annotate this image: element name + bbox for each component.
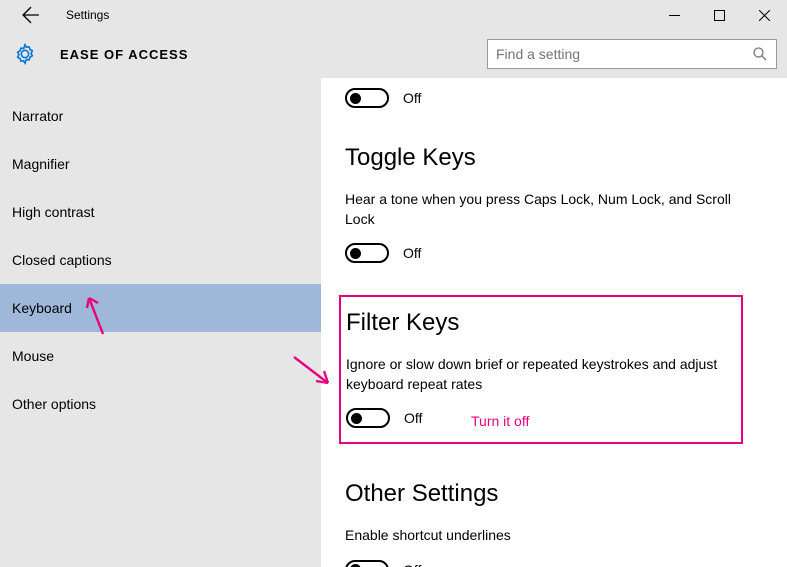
sticky-keys-toggle-row: Off <box>345 88 771 108</box>
page-title: EASE OF ACCESS <box>60 47 188 62</box>
toggle-state-label: Off <box>403 562 421 567</box>
minimize-icon <box>669 10 680 21</box>
maximize-button[interactable] <box>697 0 742 30</box>
sidebar-item-label: Other options <box>12 396 96 412</box>
sidebar-item-high-contrast[interactable]: High contrast <box>0 188 321 236</box>
toggle-state-label: Off <box>403 245 421 261</box>
toggle-knob <box>350 248 361 259</box>
sidebar: Narrator Magnifier High contrast Closed … <box>0 78 321 567</box>
sidebar-item-label: Keyboard <box>12 300 72 316</box>
content-inner: Off Toggle Keys Hear a tone when you pre… <box>345 78 771 567</box>
sticky-keys-toggle[interactable] <box>345 88 389 108</box>
close-button[interactable] <box>742 0 787 30</box>
toggle-keys-toggle-row: Off <box>345 243 771 263</box>
back-button[interactable] <box>20 4 42 26</box>
sidebar-item-label: Closed captions <box>12 252 112 268</box>
header-left: EASE OF ACCESS <box>14 43 188 65</box>
sidebar-item-label: Mouse <box>12 348 54 364</box>
sidebar-item-label: High contrast <box>12 204 94 220</box>
sidebar-item-magnifier[interactable]: Magnifier <box>0 140 321 188</box>
minimize-button[interactable] <box>652 0 697 30</box>
sidebar-item-narrator[interactable]: Narrator <box>0 92 321 140</box>
toggle-state-label: Off <box>404 410 422 426</box>
sidebar-item-label: Narrator <box>12 108 63 124</box>
content: Off Toggle Keys Hear a tone when you pre… <box>321 78 787 567</box>
search-input[interactable] <box>496 46 746 62</box>
filter-keys-heading: Filter Keys <box>346 309 731 337</box>
shortcut-underlines-toggle[interactable] <box>345 560 389 567</box>
search-icon <box>752 46 768 62</box>
search-box[interactable] <box>487 39 777 69</box>
sidebar-item-label: Magnifier <box>12 156 70 172</box>
shortcut-underlines-toggle-row: Off <box>345 560 771 567</box>
filter-keys-highlight: Filter Keys Ignore or slow down brief or… <box>339 295 743 444</box>
toggle-knob <box>350 93 361 104</box>
toggle-keys-heading: Toggle Keys <box>345 144 771 172</box>
toggle-keys-toggle[interactable] <box>345 243 389 263</box>
body: Narrator Magnifier High contrast Closed … <box>0 78 787 567</box>
titlebar: Settings <box>0 0 787 30</box>
titlebar-left: Settings <box>0 4 109 26</box>
back-arrow-icon <box>22 6 40 24</box>
close-icon <box>759 10 770 21</box>
sidebar-item-keyboard[interactable]: Keyboard <box>0 284 321 332</box>
window-title: Settings <box>66 8 109 22</box>
filter-keys-toggle[interactable] <box>346 408 390 428</box>
annotation-text: Turn it off <box>471 413 529 429</box>
toggle-knob <box>351 413 362 424</box>
window-controls <box>652 0 787 30</box>
other-settings-desc: Enable shortcut underlines <box>345 526 735 546</box>
gear-icon <box>14 43 36 65</box>
filter-keys-desc: Ignore or slow down brief or repeated ke… <box>346 355 731 394</box>
filter-keys-toggle-row: Off <box>346 408 731 428</box>
other-settings-heading: Other Settings <box>345 480 771 508</box>
toggle-state-label: Off <box>403 90 421 106</box>
sidebar-item-mouse[interactable]: Mouse <box>0 332 321 380</box>
maximize-icon <box>714 10 725 21</box>
toggle-keys-desc: Hear a tone when you press Caps Lock, Nu… <box>345 190 735 229</box>
sidebar-item-other-options[interactable]: Other options <box>0 380 321 428</box>
header: EASE OF ACCESS <box>0 30 787 78</box>
sidebar-item-closed-captions[interactable]: Closed captions <box>0 236 321 284</box>
